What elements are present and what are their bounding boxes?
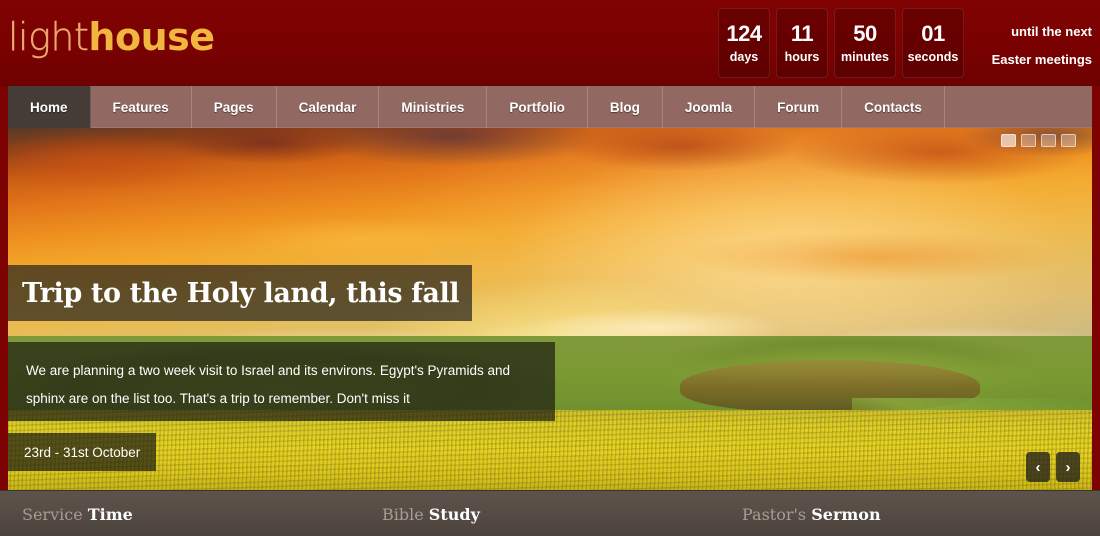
- countdown-hours-value: 11: [790, 20, 814, 46]
- slide-date-badge: 23rd - 31st October: [8, 433, 157, 471]
- slider-pagination: [1001, 134, 1076, 147]
- nav-item-blog[interactable]: Blog: [588, 86, 663, 128]
- countdown-minutes-value: 50: [853, 20, 877, 46]
- feature-bible-study-word2: Study: [428, 505, 480, 524]
- slider-prev-arrow-icon[interactable]: ‹: [1026, 452, 1050, 482]
- nav-item-contacts[interactable]: Contacts: [842, 86, 945, 128]
- feature-service-time-word2: Time: [87, 505, 133, 524]
- feature-bible-study-word1: Bible: [382, 505, 429, 524]
- countdown-days-value: 124: [726, 20, 762, 46]
- feature-pastors-sermon-word2: Sermon: [811, 505, 881, 524]
- slider-dot-1[interactable]: [1001, 134, 1016, 147]
- slider-next-arrow-icon[interactable]: ›: [1056, 452, 1080, 482]
- nav-item-features[interactable]: Features: [91, 86, 192, 128]
- countdown-unit-days: 124 days: [718, 8, 770, 78]
- countdown-caption: until the next Easter meetings: [980, 8, 1092, 74]
- site-logo[interactable]: lighthouse: [8, 12, 215, 63]
- countdown-seconds-value: 01: [921, 20, 945, 46]
- slider-arrows: ‹ ›: [1026, 452, 1080, 482]
- countdown-unit-hours: 11 hours: [776, 8, 828, 78]
- nav-item-calendar[interactable]: Calendar: [277, 86, 380, 128]
- slide-description: We are planning a two week visit to Isra…: [26, 363, 511, 406]
- logo-text-light: light: [8, 15, 89, 59]
- countdown-hours-label: hours: [784, 49, 820, 64]
- slider-dot-3[interactable]: [1041, 134, 1056, 147]
- nav-filler: [945, 86, 1092, 127]
- countdown-minutes-label: minutes: [841, 49, 889, 64]
- feature-pastors-sermon-word1: Pastor's: [742, 505, 812, 524]
- feature-strip: Service Time Bible Study Pastor's Sermon: [0, 490, 1100, 536]
- slide-title-box: Trip to the Holy land, this fall: [8, 265, 472, 321]
- site-header: lighthouse 124 days 11 hours 50 minutes …: [0, 0, 1100, 86]
- right-edge-border: [1092, 86, 1100, 490]
- nav-item-home[interactable]: Home: [8, 86, 91, 128]
- feature-heading-bible-study[interactable]: Bible Study: [382, 505, 480, 524]
- slide-description-box: We are planning a two week visit to Isra…: [8, 342, 555, 421]
- nav-item-pages[interactable]: Pages: [192, 86, 277, 128]
- logo-text-house: house: [88, 15, 215, 59]
- countdown-seconds-label: seconds: [907, 49, 959, 64]
- slide-yellow-field-image: [8, 410, 1092, 490]
- slider-dot-4[interactable]: [1061, 134, 1076, 147]
- feature-heading-service-time[interactable]: Service Time: [22, 505, 133, 524]
- nav-item-portfolio[interactable]: Portfolio: [487, 86, 588, 128]
- nav-item-forum[interactable]: Forum: [755, 86, 843, 128]
- countdown-caption-line2: Easter meetings: [991, 52, 1092, 67]
- page-root: lighthouse 124 days 11 hours 50 minutes …: [0, 0, 1100, 536]
- countdown-unit-minutes: 50 minutes: [834, 8, 896, 78]
- countdown-unit-seconds: 01 seconds: [902, 8, 964, 78]
- nav-item-ministries[interactable]: Ministries: [379, 86, 488, 128]
- slider-dot-2[interactable]: [1021, 134, 1036, 147]
- countdown-days-label: days: [729, 49, 759, 64]
- main-navigation: Home Features Pages Calendar Ministries …: [8, 86, 1092, 128]
- slide-date-text: 23rd - 31st October: [24, 444, 141, 460]
- left-edge-border: [0, 86, 8, 490]
- slide-sky-image: [8, 128, 1092, 368]
- feature-service-time-word1: Service: [22, 505, 88, 524]
- countdown-timer: 124 days 11 hours 50 minutes 01 seconds …: [718, 8, 1092, 78]
- feature-heading-pastors-sermon[interactable]: Pastor's Sermon: [742, 505, 881, 524]
- slide-title: Trip to the Holy land, this fall: [22, 277, 460, 309]
- nav-item-joomla[interactable]: Joomla: [663, 86, 756, 128]
- countdown-caption-line1: until the next: [1011, 24, 1092, 39]
- hero-slider: Trip to the Holy land, this fall We are …: [8, 128, 1092, 490]
